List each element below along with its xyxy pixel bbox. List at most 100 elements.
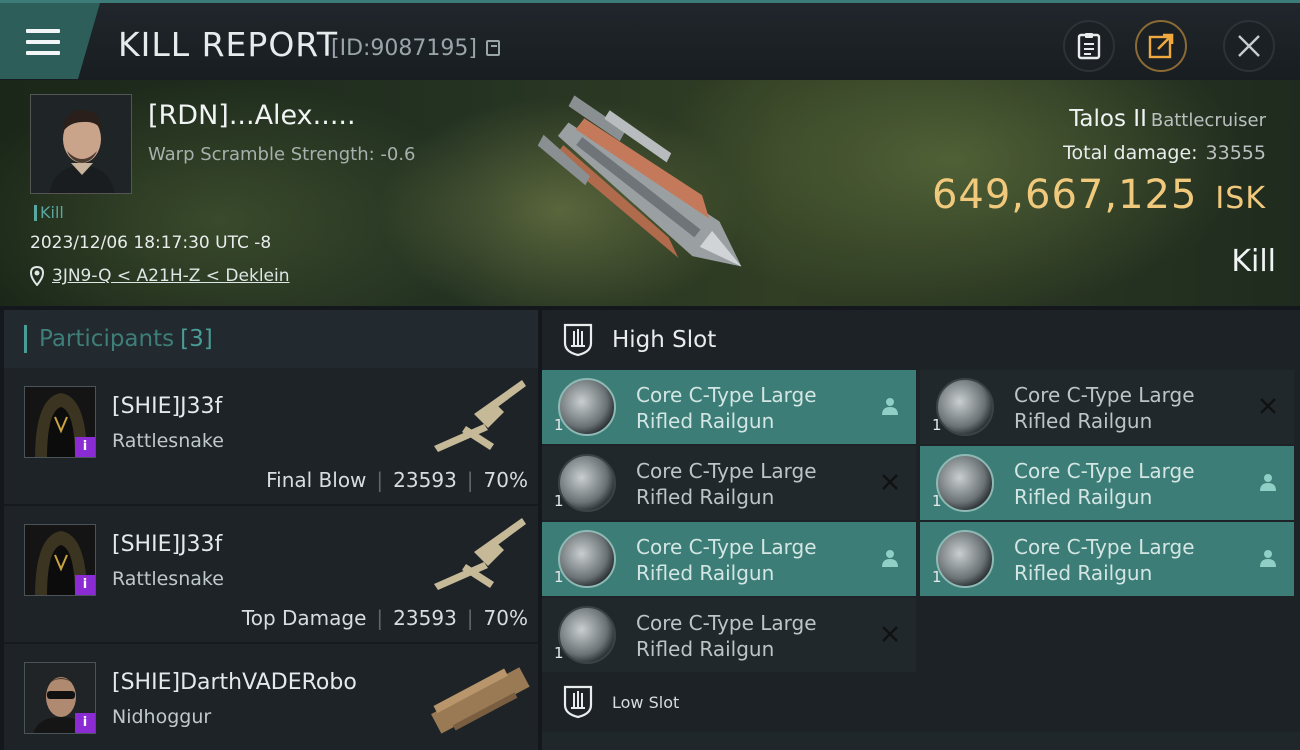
cross-icon (882, 626, 898, 642)
victim-ship-name: Talos II (1069, 106, 1147, 132)
kill-id: [ID:9087195] (331, 36, 477, 61)
dropped-status (1256, 546, 1280, 570)
participant-stats: Top Damage | 23593 | 70% (242, 606, 528, 630)
module-name-line2: Rifled Railgun (636, 561, 775, 585)
nidhoggur-ship-image (431, 667, 530, 734)
stats-divider: | (466, 468, 474, 492)
pilot-portrait (31, 95, 131, 193)
copy-icon[interactable] (486, 40, 500, 56)
low-slot-header: Low Slot (542, 672, 1300, 732)
module-name: Core C-Type Large Rifled Railgun (1014, 534, 1244, 586)
participants-header: Participants [3] (4, 310, 538, 368)
module-name: Core C-Type Large Rifled Railgun (636, 458, 866, 510)
module-name-line1: Core C-Type Large (1014, 459, 1195, 483)
module-item[interactable]: 1 Core C-Type Large Rifled Railgun (920, 446, 1294, 520)
module-name: Core C-Type Large Rifled Railgun (636, 534, 866, 586)
result-label: Kill (1231, 244, 1276, 279)
participant-ship: Rattlesnake (112, 568, 224, 590)
module-item[interactable]: 1 Core C-Type Large Rifled Railgun (542, 598, 916, 672)
module-item[interactable]: 1 Core C-Type Large Rifled Railgun (542, 370, 916, 444)
participant-damage: 23593 (393, 468, 457, 492)
destroyed-status (1256, 394, 1280, 418)
module-quantity: 1 (554, 644, 564, 662)
isk-unit: ISK (1215, 181, 1266, 216)
railgun-icon (936, 378, 994, 436)
header-accent-bar (24, 325, 27, 353)
person-icon (1260, 474, 1276, 491)
module-name-line1: Core C-Type Large (636, 383, 817, 407)
kill-location[interactable]: 3JN9-Q < A21H-Z < Deklein (30, 266, 290, 286)
participant-ship: Rattlesnake (112, 430, 224, 452)
participant-row[interactable]: i [SHIE]DarthVADERobo Nidhoggur (4, 644, 538, 750)
module-name-line1: Core C-Type Large (1014, 535, 1195, 559)
participant-name[interactable]: [SHIE]J33f (112, 532, 222, 557)
module-quantity: 1 (932, 492, 942, 510)
low-slot-list (542, 732, 1300, 750)
railgun-icon (936, 454, 994, 512)
victim-ship[interactable]: Talos II Battlecruiser (1069, 106, 1266, 132)
participant-role: Top Damage (241, 606, 367, 630)
menu-button[interactable] (0, 3, 100, 79)
total-damage-value: 33555 (1205, 142, 1266, 164)
destroyed-status (878, 622, 902, 646)
fitting-panel: High Slot 1 Core C-Type Large Rifled Rail… (542, 310, 1300, 750)
module-quantity: 1 (554, 492, 564, 510)
share-button[interactable] (1135, 20, 1187, 72)
participant-avatar[interactable]: i (24, 662, 96, 734)
kill-timestamp: 2023/12/06 18:17:30 UTC -8 (30, 233, 272, 253)
participant-role: Final Blow (266, 468, 367, 492)
module-item[interactable]: 1 Core C-Type Large Rifled Railgun (542, 522, 916, 596)
high-slot-icon (563, 323, 593, 357)
victim-name[interactable]: [RDN]...Alex..... (148, 100, 356, 131)
railgun-icon (558, 530, 616, 588)
cross-icon (1260, 398, 1276, 414)
participants-count: [3] (180, 326, 213, 352)
destroyed-status (878, 470, 902, 494)
share-icon (1148, 33, 1174, 59)
module-item[interactable]: 1 Core C-Type Large Rifled Railgun (920, 522, 1294, 596)
module-item[interactable]: 1 Core C-Type Large Rifled Railgun (542, 446, 916, 520)
kill-type-tag: Kill (34, 205, 64, 221)
module-name-line2: Rifled Railgun (636, 409, 775, 433)
participant-stats: Final Blow | 23593 | 70% (266, 468, 528, 492)
participant-avatar[interactable]: i (24, 524, 96, 596)
isk-amount: 649,667,125 (931, 172, 1198, 218)
module-quantity: 1 (554, 568, 564, 586)
module-item[interactable]: 1 Core C-Type Large Rifled Railgun (920, 370, 1294, 444)
participant-row[interactable]: i [SHIE]J33f Rattlesnake Top Damage | 23… (4, 506, 538, 644)
high-slot-header: High Slot (542, 310, 1300, 370)
railgun-icon (936, 530, 994, 588)
module-quantity: 1 (932, 568, 942, 586)
stats-divider: | (376, 468, 384, 492)
module-quantity: 1 (932, 416, 942, 434)
module-name-line2: Rifled Railgun (636, 485, 775, 509)
victim-summary: [RDN]...Alex..... Warp Scramble Strength… (0, 80, 1300, 306)
person-icon (882, 550, 898, 567)
isk-value: 649,667,125 ISK (932, 172, 1266, 218)
location-link[interactable]: 3JN9-Q < A21H-Z < Deklein (52, 266, 290, 286)
high-slot-title: High Slot (612, 327, 717, 353)
clipboard-button[interactable] (1063, 20, 1115, 72)
stats-divider: | (466, 606, 474, 630)
railgun-icon (558, 606, 616, 664)
victim-avatar[interactable] (30, 94, 132, 194)
close-icon (1238, 35, 1260, 57)
module-name-line1: Core C-Type Large (636, 535, 817, 559)
stats-divider: | (376, 606, 384, 630)
page-title: KILL REPORT (118, 25, 338, 64)
module-name: Core C-Type Large Rifled Railgun (1014, 382, 1244, 434)
low-slot-icon (563, 685, 593, 719)
victim-ship-class: Battlecruiser (1150, 110, 1266, 131)
close-button[interactable] (1223, 20, 1275, 72)
participant-row[interactable]: i [SHIE]J33f Rattlesnake Final Blow | 23… (4, 368, 538, 506)
participant-name[interactable]: [SHIE]DarthVADERobo (112, 670, 357, 695)
participant-name[interactable]: [SHIE]J33f (112, 394, 222, 419)
module-name: Core C-Type Large Rifled Railgun (1014, 458, 1244, 510)
total-damage: Total damage: 33555 (1063, 142, 1266, 164)
victim-ship-image (537, 95, 742, 267)
module-name-line1: Core C-Type Large (636, 611, 817, 635)
module-name: Core C-Type Large Rifled Railgun (636, 382, 866, 434)
participant-avatar[interactable]: i (24, 386, 96, 458)
participants-panel: Participants [3] i [SHIE]J33f Rattlesnak… (4, 310, 538, 750)
module-name-line2: Rifled Railgun (1014, 485, 1153, 509)
